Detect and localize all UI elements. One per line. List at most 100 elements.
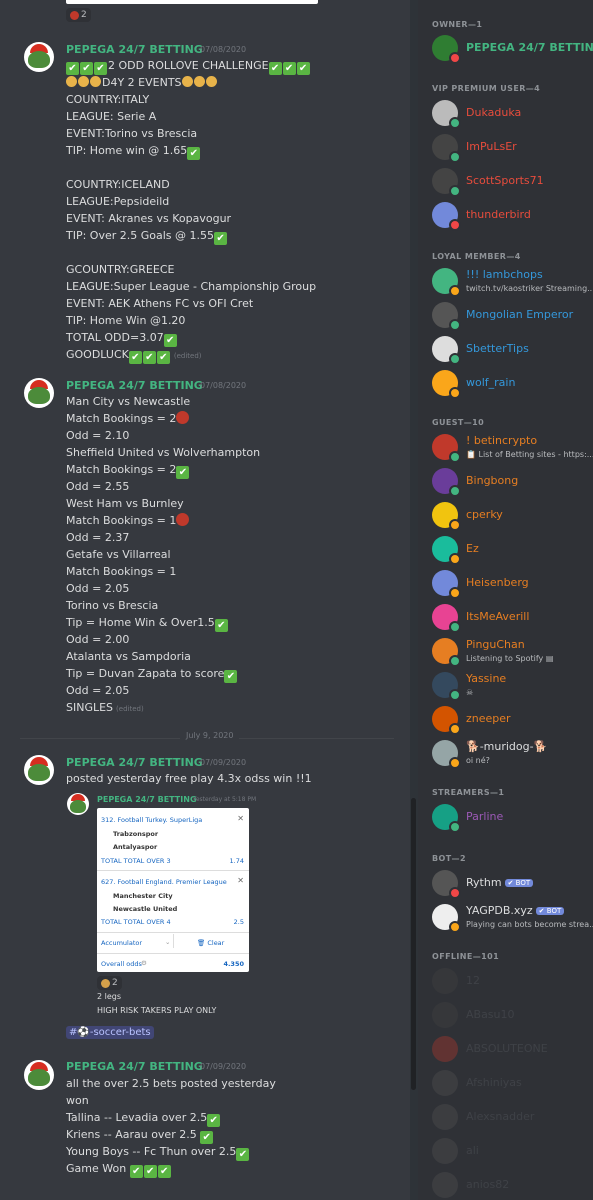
message-line: Kriens -- Aarau over 2.5 ✔ <box>66 1126 276 1144</box>
member-item[interactable]: 12 <box>432 968 592 996</box>
member-item[interactable]: anios82 <box>432 1172 592 1200</box>
message-author[interactable]: PEPEGA 24/7 BETTING <box>66 756 203 769</box>
ball-emoji-icon <box>176 513 190 526</box>
avatar[interactable] <box>24 42 54 72</box>
member-name-text: Ez <box>466 542 479 555</box>
member-item[interactable]: cperky <box>432 502 592 531</box>
bet-slip-image[interactable]: 312. Football Turkey. SuperLiga ✕ Trabzo… <box>97 808 249 972</box>
reaction-pill[interactable]: 2 <box>66 8 91 22</box>
member-item[interactable]: ScottSports71 <box>432 168 592 197</box>
member-name: Yassine <box>466 672 506 685</box>
member-item[interactable]: !!! lambchops twitch.tv/kaostriker Stream… <box>432 268 593 297</box>
member-name: PinguChan <box>466 638 525 651</box>
close-icon[interactable]: ✕ <box>237 814 244 823</box>
member-item[interactable]: Ez <box>432 536 592 565</box>
member-category-header: OWNER—1 <box>432 20 483 29</box>
member-item[interactable]: Alexsnadder <box>432 1104 592 1132</box>
member-name-text: Dukaduka <box>466 106 522 119</box>
member-name: Rythm ✔ BOT <box>466 876 534 889</box>
check-mark-icon: ✔ <box>214 232 228 245</box>
member-category-header: BOT—2 <box>432 854 466 863</box>
check-mark-icon: ✔ <box>187 147 201 160</box>
member-item[interactable]: Dukaduka <box>432 100 592 129</box>
message-line-text: all the over 2.5 bets posted yesterday <box>66 1077 276 1090</box>
member-item[interactable]: SbetterTips <box>432 336 592 365</box>
message-line: all the over 2.5 bets posted yesterday <box>66 1075 276 1092</box>
member-name: ItsMeAverill <box>466 610 529 623</box>
message-line: Atalanta vs Sampdoria <box>66 648 260 665</box>
check-mark-icon: ✔ <box>224 670 238 683</box>
member-name: Heisenberg <box>466 576 529 589</box>
member-name: wolf_rain <box>466 376 515 389</box>
member-item[interactable]: Parline <box>432 804 592 833</box>
member-name: PEPEGA 24/7 BETTING <box>466 41 593 54</box>
gear-icon: ⚙ <box>141 959 147 967</box>
member-name: ABasu10 <box>466 1008 515 1021</box>
member-item[interactable]: Mongolian Emperor <box>432 302 592 331</box>
member-item[interactable]: ! betincrypto 📋 List of Betting sites - h… <box>432 434 593 463</box>
medal-icon <box>90 76 101 87</box>
member-item[interactable]: Heisenberg <box>432 570 592 599</box>
channel-mention[interactable]: #⚽-soccer-bets <box>66 1026 154 1039</box>
avatar <box>432 1172 458 1198</box>
member-name: Dukaduka <box>466 106 521 119</box>
check-mark-icon: ✔ <box>129 1165 143 1178</box>
divider <box>97 932 249 933</box>
message-author[interactable]: PEPEGA 24/7 BETTING <box>66 379 203 392</box>
message-line <box>66 244 316 261</box>
reaction-pill[interactable]: 2 <box>97 976 122 990</box>
member-item[interactable]: Yassine ☠ <box>432 672 592 701</box>
message-line: Torino vs Brescia <box>66 597 260 614</box>
message-line-text: Young Boys -- Fc Thun over 2.5 <box>66 1145 237 1158</box>
member-name-text: Rythm <box>466 876 502 889</box>
check-mark-icon: ✔ <box>142 351 156 364</box>
message-line-text: Match Bookings = 2 <box>66 412 177 425</box>
member-name-text: PinguChan <box>466 638 525 651</box>
avatar[interactable] <box>24 755 54 785</box>
member-item[interactable]: ABSOLUTEONE <box>432 1036 592 1064</box>
message-author[interactable]: PEPEGA 24/7 BETTING <box>66 1060 203 1073</box>
member-name: 🐕-muridog-🐕 <box>466 740 547 753</box>
member-name-text: SbetterTips <box>466 342 529 355</box>
avatar[interactable] <box>24 378 54 408</box>
member-category-header: GUEST—10 <box>432 418 485 427</box>
message-line: Game Won ✔ ✔ ✔ <box>66 1160 276 1178</box>
embed-avatar <box>67 793 89 815</box>
member-name-text: cperky <box>466 508 503 521</box>
member-item[interactable]: PEPEGA 24/7 BETTING <box>432 35 593 64</box>
member-item[interactable]: 🐕-muridog-🐕 oi né? <box>432 740 592 769</box>
check-mark-icon: ✔ <box>176 466 190 479</box>
member-item[interactable]: Rythm ✔ BOT <box>432 870 592 899</box>
message-line: COUNTRY:ICELAND <box>66 176 316 193</box>
member-item[interactable]: thunderbird <box>432 202 592 231</box>
message-line: Odd = 2.05 <box>66 682 260 699</box>
message-line: GOODLUCK ✔ ✔ ✔ (edited) <box>66 346 316 364</box>
message-line-text: 2 ODD ROLLOVE CHALLENGE <box>108 59 269 72</box>
member-name-text: ImPuLsEr <box>466 140 517 153</box>
member-item[interactable]: ImPuLsEr <box>432 134 592 163</box>
member-item[interactable]: ali <box>432 1138 592 1166</box>
check-mark-icon: ✔ <box>128 351 142 364</box>
message-line: COUNTRY:ITALY <box>66 91 316 108</box>
member-item[interactable]: YAGPDB.xyz ✔ BOT Playing can bots become s… <box>432 904 593 933</box>
member-item[interactable]: ABasu10 <box>432 1002 592 1030</box>
message-line: TIP: Home Win @1.20 <box>66 312 316 329</box>
chat-scrollbar-thumb[interactable] <box>411 798 416 1090</box>
member-name: cperky <box>466 508 503 521</box>
avatar[interactable] <box>24 1060 54 1090</box>
member-item[interactable]: ItsMeAverill <box>432 604 592 633</box>
member-item[interactable]: zneeper <box>432 706 592 735</box>
member-item[interactable]: wolf_rain <box>432 370 592 399</box>
member-item[interactable]: Afshiniyas <box>432 1070 592 1098</box>
message-line: LEAGUE:Pepsideild <box>66 193 316 210</box>
member-item[interactable]: Bingbong <box>432 468 592 497</box>
status-indicator <box>449 553 461 565</box>
clear-button[interactable]: 🗑 Clear <box>197 939 224 947</box>
message-line: won <box>66 1092 276 1109</box>
member-name: zneeper <box>466 712 511 725</box>
message-author[interactable]: PEPEGA 24/7 BETTING <box>66 43 203 56</box>
message-line-text: TIP: Over 2.5 Goals @ 1.55 <box>66 229 215 242</box>
member-name-text: anios82 <box>466 1178 510 1191</box>
member-item[interactable]: PinguChan Listening to Spotify ▤ <box>432 638 592 667</box>
close-icon[interactable]: ✕ <box>237 876 244 885</box>
